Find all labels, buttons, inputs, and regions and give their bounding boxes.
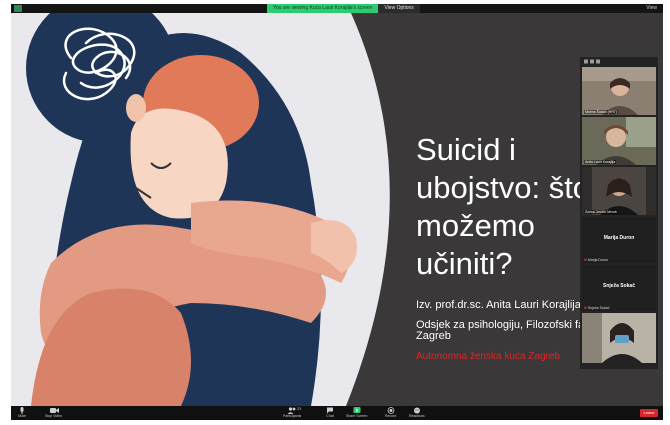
reactions-icon bbox=[413, 407, 420, 414]
top-bar: You are viewing Kuća Lauri Korajlija's s… bbox=[11, 4, 663, 13]
participants-icon bbox=[287, 407, 296, 414]
participant-video bbox=[582, 167, 656, 215]
gallery-controls bbox=[580, 57, 658, 65]
chat-icon bbox=[327, 407, 333, 414]
slide-illustration bbox=[11, 13, 390, 406]
chat-button[interactable]: Chat bbox=[325, 407, 335, 419]
participant-name: Zorica Jovičić Mrvoš bbox=[584, 210, 618, 214]
participant-display-name: Marija Duron bbox=[603, 235, 635, 241]
screen-share-banner: You are viewing Kuća Lauri Korajlija's s… bbox=[267, 4, 420, 13]
participant-name: ✖ Snježa Sokač bbox=[584, 306, 610, 310]
participant-name: Marina Šutalo (HRT) bbox=[584, 110, 619, 114]
gallery-view-icon[interactable] bbox=[584, 59, 606, 64]
reactions-button[interactable]: Reactions bbox=[409, 407, 425, 419]
participant-tile[interactable]: Marina Šutalo (HRT) bbox=[582, 67, 656, 115]
share-banner-text: You are viewing Kuća Lauri Korajlija's s… bbox=[267, 4, 379, 13]
shared-slide: Suicid i ubojstvo: što možemo učiniti? I… bbox=[11, 13, 663, 406]
microphone-icon bbox=[20, 407, 24, 414]
mute-button[interactable]: Mute bbox=[17, 407, 27, 419]
slide-organization: Autonomna ženska kuća Zagreb bbox=[416, 351, 560, 362]
participant-display-name: Snježa Sokač bbox=[603, 283, 635, 289]
record-icon bbox=[387, 407, 395, 414]
slide-author: Izv. prof.dr.sc. Anita Lauri Korajlija bbox=[416, 299, 581, 311]
participant-video bbox=[582, 67, 656, 115]
record-button[interactable]: Record bbox=[385, 407, 396, 419]
meeting-toolbar: Mute Stop Video Participants 21 Chat Sha… bbox=[11, 406, 663, 420]
shield-icon[interactable] bbox=[14, 5, 22, 12]
participant-tile[interactable]: Zorica Jovičić Mrvoš bbox=[582, 167, 656, 215]
participant-tile[interactable] bbox=[582, 313, 656, 363]
view-button[interactable]: View bbox=[646, 4, 657, 13]
share-screen-button[interactable]: Share Screen bbox=[346, 407, 367, 419]
participants-count: 21 bbox=[297, 406, 302, 411]
participant-video bbox=[582, 313, 656, 363]
mic-muted-icon: ✖ bbox=[584, 306, 587, 310]
participant-gallery: Marina Šutalo (HRT) Anita Lauri Korajlij… bbox=[580, 57, 658, 369]
video-camera-icon bbox=[49, 408, 59, 413]
participant-video bbox=[582, 117, 656, 165]
meeting-window: You are viewing Kuća Lauri Korajlija's s… bbox=[11, 4, 663, 420]
mic-muted-icon: ✖ bbox=[584, 258, 587, 262]
leave-button[interactable]: Leave bbox=[640, 409, 658, 417]
view-options-button[interactable]: View Options bbox=[378, 4, 420, 13]
participant-name: ✖ Marija Duron bbox=[584, 258, 608, 262]
stop-video-button[interactable]: Stop Video bbox=[45, 407, 62, 419]
participant-tile[interactable]: Anita Lauri Korajlija bbox=[582, 117, 656, 165]
participant-tile[interactable]: Snježa Sokač ✖ Snježa Sokač bbox=[582, 265, 656, 311]
share-screen-icon bbox=[353, 407, 361, 413]
participant-name: Anita Lauri Korajlija bbox=[584, 160, 617, 164]
participant-tile[interactable]: Marija Duron ✖ Marija Duron bbox=[582, 217, 656, 263]
